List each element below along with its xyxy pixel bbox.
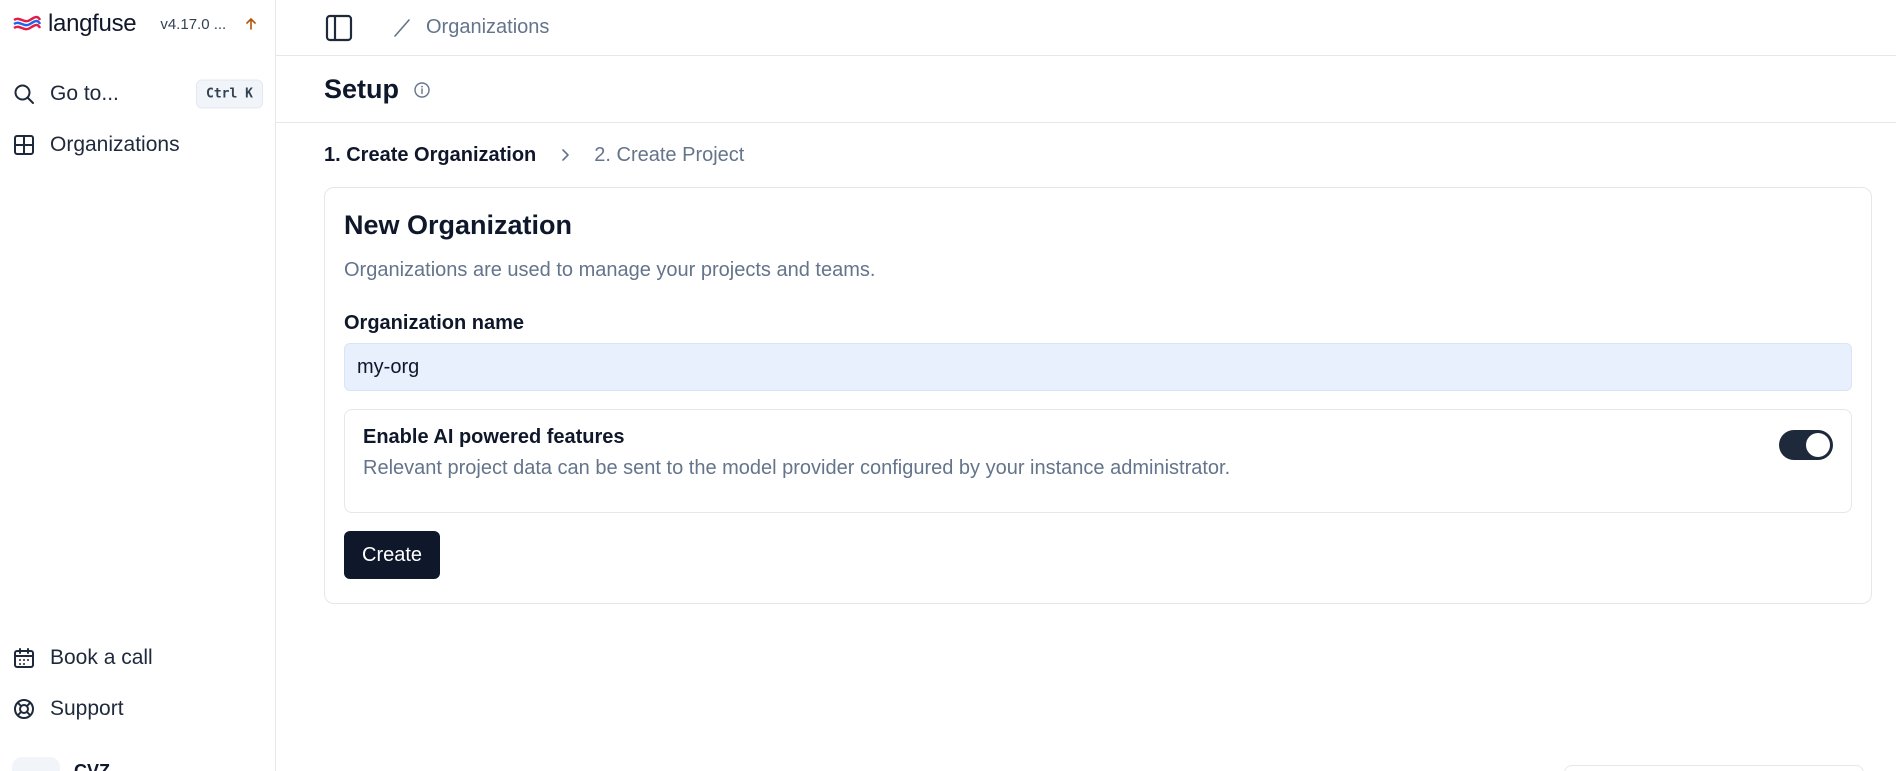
user-menu[interactable]: CVZ <box>12 757 110 771</box>
info-icon[interactable] <box>413 81 431 99</box>
sidebar-nav: Go to... Ctrl K Organizations <box>0 48 275 170</box>
organization-name-label: Organization name <box>344 312 525 334</box>
sidebar-toggle-icon[interactable] <box>324 13 354 43</box>
breadcrumb-organizations[interactable]: Organizations <box>426 16 549 39</box>
ai-features-title: Enable AI powered features <box>363 426 625 448</box>
ai-features-switch[interactable] <box>1779 430 1833 460</box>
bottom-right-panel <box>1564 765 1864 771</box>
grid-icon <box>12 133 36 157</box>
page-title: Setup <box>324 73 400 104</box>
user-name: CVZ <box>74 761 110 771</box>
breadcrumb-separator-icon <box>390 16 414 40</box>
sidebar-item-label: Organizations <box>50 132 180 156</box>
create-button[interactable]: Create <box>344 531 441 579</box>
sidebar-item-book-call[interactable]: Book a call <box>0 632 275 683</box>
organization-name-input[interactable] <box>344 343 1852 391</box>
new-organization-card: New Organization Organizations are used … <box>324 187 1872 604</box>
step-create-organization: 1. Create Organization <box>324 143 537 166</box>
search-icon <box>12 82 36 106</box>
sidebar-bottom: Book a call Support <box>0 632 275 734</box>
shortcut-badge: Ctrl K <box>196 79 263 108</box>
sidebar-item-support[interactable]: Support <box>0 683 275 734</box>
arrow-up-icon[interactable] <box>244 17 258 31</box>
main-content: Organizations Setup 1. Create Organizati… <box>276 0 1896 771</box>
ai-features-setting: Enable AI powered features Relevant proj… <box>344 409 1852 513</box>
lifebuoy-icon <box>12 697 36 721</box>
brand-name: langfuse <box>48 10 137 37</box>
version-label[interactable]: v4.17.0 ... <box>160 16 226 33</box>
topbar: Organizations <box>276 0 1896 56</box>
step-create-project: 2. Create Project <box>594 143 745 166</box>
app-root: langfuse v4.17.0 ... Go to... Ctrl K Org… <box>0 0 1896 771</box>
avatar <box>12 757 60 771</box>
ai-features-description: Relevant project data can be sent to the… <box>363 457 1231 479</box>
brand[interactable]: langfuse v4.17.0 ... <box>0 0 275 48</box>
sidebar-item-organizations[interactable]: Organizations <box>0 119 275 170</box>
switch-knob <box>1806 433 1830 457</box>
chevron-right-icon <box>556 146 574 164</box>
sidebar-search-label: Go to... <box>50 81 119 105</box>
calendar-icon <box>12 646 36 670</box>
sidebar: langfuse v4.17.0 ... Go to... Ctrl K Org… <box>0 0 276 771</box>
card-title: New Organization <box>344 210 573 240</box>
page-header: Setup <box>276 56 1896 123</box>
sidebar-item-label: Book a call <box>50 645 153 669</box>
setup-steps: 1. Create Organization 2. Create Project <box>276 123 1896 187</box>
langfuse-logo-icon <box>12 15 42 33</box>
sidebar-item-label: Support <box>50 696 124 720</box>
sidebar-search[interactable]: Go to... Ctrl K <box>0 68 275 119</box>
card-description: Organizations are used to manage your pr… <box>344 259 876 281</box>
